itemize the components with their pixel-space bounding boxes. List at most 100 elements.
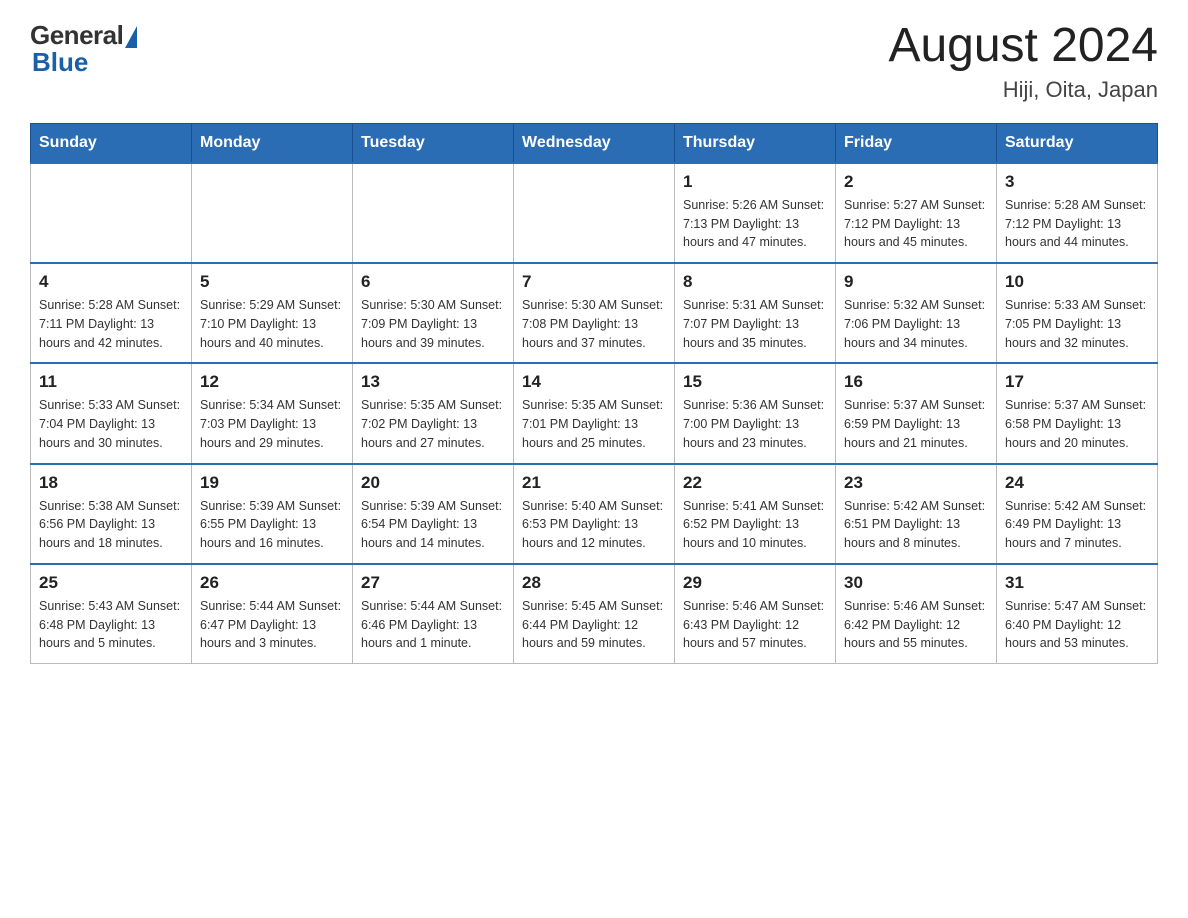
day-info: Sunrise: 5:40 AM Sunset: 6:53 PM Dayligh… [522,497,666,553]
calendar-cell: 21 Sunrise: 5:40 AM Sunset: 6:53 PM Dayli… [514,464,675,564]
calendar-cell: 6 Sunrise: 5:30 AM Sunset: 7:09 PM Daylig… [353,263,514,363]
week-row: 18 Sunrise: 5:38 AM Sunset: 6:56 PM Dayli… [31,464,1158,564]
calendar-cell [31,163,192,263]
calendar-cell: 17 Sunrise: 5:37 AM Sunset: 6:58 PM Dayli… [997,363,1158,463]
calendar-cell: 12Sunrise: 5:34 AM Sunset: 7:03 PM Dayli… [192,363,353,463]
day-info: Sunrise: 5:44 AM Sunset: 6:47 PM Dayligh… [200,597,344,653]
day-info: Sunrise: 5:36 AM Sunset: 7:00 PM Dayligh… [683,396,827,452]
day-number: 29 [683,573,827,593]
day-number: 20 [361,473,505,493]
day-number: 19 [200,473,344,493]
page-header: General Blue August 2024 Hiji, Oita, Jap… [30,20,1158,103]
day-number: 10 [1005,272,1149,292]
calendar-day-header: Saturday [997,123,1158,163]
calendar-cell: 5 Sunrise: 5:29 AM Sunset: 7:10 PM Daylig… [192,263,353,363]
week-row: 25Sunrise: 5:43 AM Sunset: 6:48 PM Dayli… [31,564,1158,664]
calendar-cell: 20 Sunrise: 5:39 AM Sunset: 6:54 PM Dayli… [353,464,514,564]
day-number: 7 [522,272,666,292]
day-info: Sunrise: 5:32 AM Sunset: 7:06 PM Dayligh… [844,296,988,352]
day-number: 8 [683,272,827,292]
day-info: Sunrise: 5:29 AM Sunset: 7:10 PM Dayligh… [200,296,344,352]
calendar-cell: 14 Sunrise: 5:35 AM Sunset: 7:01 PM Dayli… [514,363,675,463]
calendar-cell: 27 Sunrise: 5:44 AM Sunset: 6:46 PM Dayli… [353,564,514,664]
day-info: Sunrise: 5:30 AM Sunset: 7:09 PM Dayligh… [361,296,505,352]
calendar-day-header: Thursday [675,123,836,163]
day-number: 30 [844,573,988,593]
day-info: Sunrise: 5:47 AM Sunset: 6:40 PM Dayligh… [1005,597,1149,653]
day-number: 6 [361,272,505,292]
day-number: 23 [844,473,988,493]
calendar-cell: 3 Sunrise: 5:28 AM Sunset: 7:12 PM Daylig… [997,163,1158,263]
calendar-header-row: SundayMondayTuesdayWednesdayThursdayFrid… [31,123,1158,163]
calendar-cell: 2 Sunrise: 5:27 AM Sunset: 7:12 PM Daylig… [836,163,997,263]
location-subtitle: Hiji, Oita, Japan [888,77,1158,103]
calendar-cell: 23 Sunrise: 5:42 AM Sunset: 6:51 PM Dayli… [836,464,997,564]
day-info: Sunrise: 5:37 AM Sunset: 6:58 PM Dayligh… [1005,396,1149,452]
calendar-cell: 19 Sunrise: 5:39 AM Sunset: 6:55 PM Dayli… [192,464,353,564]
calendar-day-header: Tuesday [353,123,514,163]
day-info: Sunrise: 5:38 AM Sunset: 6:56 PM Dayligh… [39,497,183,553]
day-number: 15 [683,372,827,392]
day-info: Sunrise: 5:39 AM Sunset: 6:54 PM Dayligh… [361,497,505,553]
logo-blue-text: Blue [30,47,88,78]
calendar-day-header: Friday [836,123,997,163]
day-number: 11 [39,372,183,392]
calendar-day-header: Sunday [31,123,192,163]
calendar-cell: 1 Sunrise: 5:26 AM Sunset: 7:13 PM Daylig… [675,163,836,263]
calendar-cell: 8Sunrise: 5:31 AM Sunset: 7:07 PM Daylig… [675,263,836,363]
day-info: Sunrise: 5:30 AM Sunset: 7:08 PM Dayligh… [522,296,666,352]
day-number: 2 [844,172,988,192]
calendar-cell: 10 Sunrise: 5:33 AM Sunset: 7:05 PM Dayli… [997,263,1158,363]
day-number: 3 [1005,172,1149,192]
day-info: Sunrise: 5:28 AM Sunset: 7:12 PM Dayligh… [1005,196,1149,252]
day-number: 18 [39,473,183,493]
day-info: Sunrise: 5:35 AM Sunset: 7:01 PM Dayligh… [522,396,666,452]
day-number: 25 [39,573,183,593]
day-number: 24 [1005,473,1149,493]
week-row: 4Sunrise: 5:28 AM Sunset: 7:11 PM Daylig… [31,263,1158,363]
day-number: 9 [844,272,988,292]
day-number: 14 [522,372,666,392]
day-info: Sunrise: 5:42 AM Sunset: 6:51 PM Dayligh… [844,497,988,553]
month-year-title: August 2024 [888,20,1158,73]
calendar-day-header: Wednesday [514,123,675,163]
day-info: Sunrise: 5:42 AM Sunset: 6:49 PM Dayligh… [1005,497,1149,553]
calendar-cell: 7 Sunrise: 5:30 AM Sunset: 7:08 PM Daylig… [514,263,675,363]
calendar-cell: 13Sunrise: 5:35 AM Sunset: 7:02 PM Dayli… [353,363,514,463]
day-info: Sunrise: 5:26 AM Sunset: 7:13 PM Dayligh… [683,196,827,252]
week-row: 1 Sunrise: 5:26 AM Sunset: 7:13 PM Daylig… [31,163,1158,263]
calendar-cell: 18 Sunrise: 5:38 AM Sunset: 6:56 PM Dayli… [31,464,192,564]
day-info: Sunrise: 5:33 AM Sunset: 7:04 PM Dayligh… [39,396,183,452]
calendar-cell: 15 Sunrise: 5:36 AM Sunset: 7:00 PM Dayli… [675,363,836,463]
calendar-cell [192,163,353,263]
day-number: 4 [39,272,183,292]
day-info: Sunrise: 5:41 AM Sunset: 6:52 PM Dayligh… [683,497,827,553]
logo: General Blue [30,20,137,78]
day-number: 12 [200,372,344,392]
day-info: Sunrise: 5:35 AM Sunset: 7:02 PM Dayligh… [361,396,505,452]
calendar-cell: 29Sunrise: 5:46 AM Sunset: 6:43 PM Dayli… [675,564,836,664]
day-number: 28 [522,573,666,593]
day-number: 1 [683,172,827,192]
calendar-cell: 16 Sunrise: 5:37 AM Sunset: 6:59 PM Dayli… [836,363,997,463]
day-number: 21 [522,473,666,493]
day-info: Sunrise: 5:46 AM Sunset: 6:42 PM Dayligh… [844,597,988,653]
calendar-cell: 4Sunrise: 5:28 AM Sunset: 7:11 PM Daylig… [31,263,192,363]
day-number: 16 [844,372,988,392]
day-info: Sunrise: 5:27 AM Sunset: 7:12 PM Dayligh… [844,196,988,252]
calendar-cell: 31 Sunrise: 5:47 AM Sunset: 6:40 PM Dayli… [997,564,1158,664]
calendar-table: SundayMondayTuesdayWednesdayThursdayFrid… [30,123,1158,664]
calendar-cell: 24 Sunrise: 5:42 AM Sunset: 6:49 PM Dayli… [997,464,1158,564]
day-number: 5 [200,272,344,292]
day-info: Sunrise: 5:33 AM Sunset: 7:05 PM Dayligh… [1005,296,1149,352]
calendar-cell: 26Sunrise: 5:44 AM Sunset: 6:47 PM Dayli… [192,564,353,664]
day-number: 27 [361,573,505,593]
day-info: Sunrise: 5:39 AM Sunset: 6:55 PM Dayligh… [200,497,344,553]
day-number: 31 [1005,573,1149,593]
day-info: Sunrise: 5:44 AM Sunset: 6:46 PM Dayligh… [361,597,505,653]
day-number: 17 [1005,372,1149,392]
calendar-cell: 25Sunrise: 5:43 AM Sunset: 6:48 PM Dayli… [31,564,192,664]
day-number: 22 [683,473,827,493]
calendar-cell [514,163,675,263]
day-info: Sunrise: 5:37 AM Sunset: 6:59 PM Dayligh… [844,396,988,452]
